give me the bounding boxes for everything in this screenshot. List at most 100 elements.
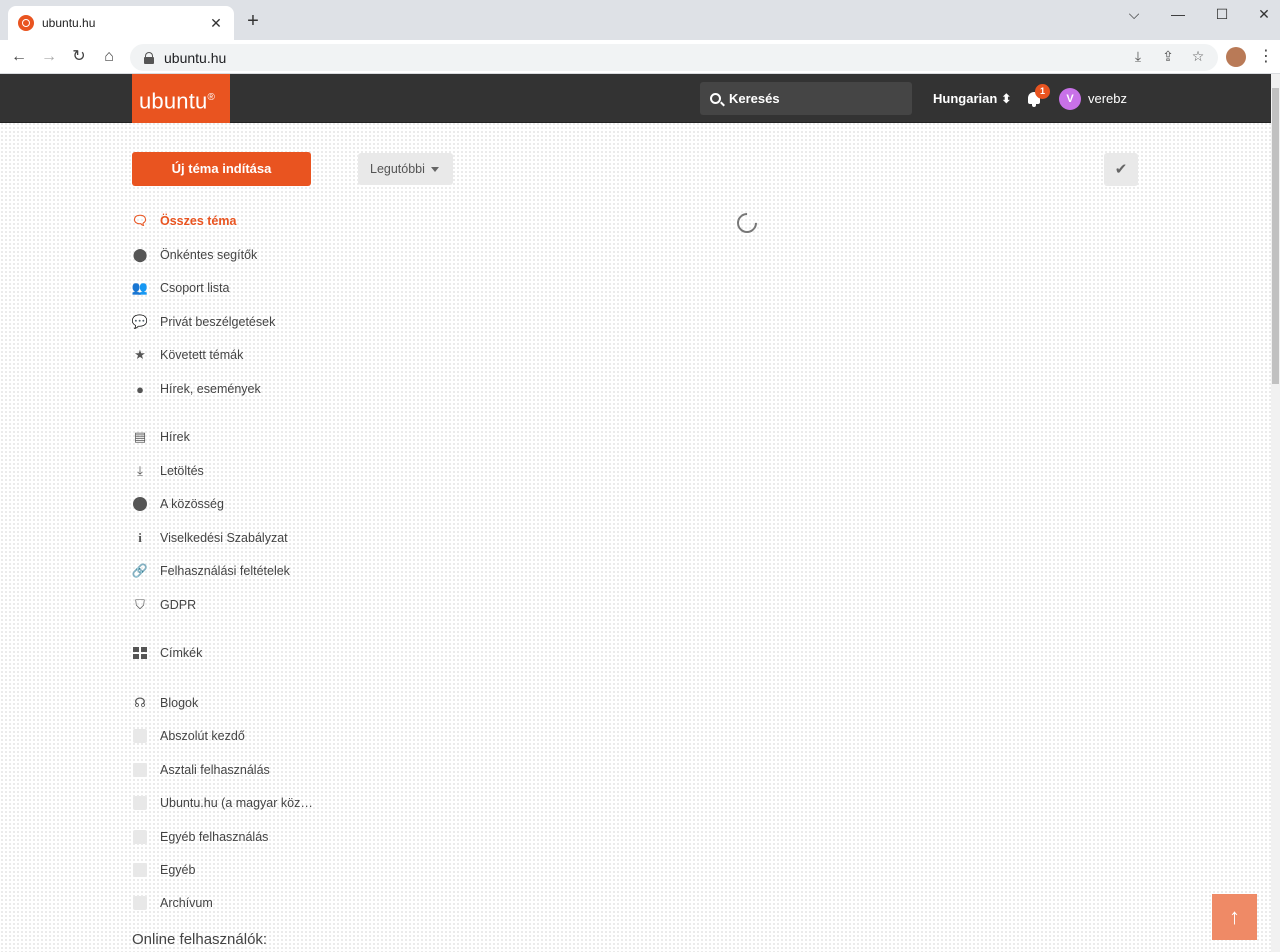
grid-shape: [133, 647, 147, 659]
sidebar-item-followed-topics[interactable]: ★ Követett témák: [132, 344, 243, 366]
category-square-icon: [132, 795, 148, 811]
category-swatch: [133, 896, 147, 910]
logo-mark-icon: ®: [207, 92, 216, 103]
sidebar-item-gdpr[interactable]: ⛉ GDPR: [132, 594, 196, 616]
username[interactable]: verebz: [1088, 91, 1127, 106]
site-header: ubuntu® Keresés Hungarian ⬍ 1 V verebz: [0, 74, 1271, 123]
sidebar-item-label: Blogok: [160, 696, 199, 710]
sidebar-item-label: Privát beszélgetések: [160, 315, 276, 329]
sidebar-item-label: Hírek, események: [160, 382, 261, 396]
sidebar-item-label: Hírek: [160, 430, 190, 444]
scroll-to-top-button[interactable]: ↑: [1212, 894, 1257, 940]
close-tab-icon[interactable]: ✕: [208, 15, 224, 32]
dismiss-new-button[interactable]: ✔: [1104, 153, 1138, 186]
sidebar-item-news-events[interactable]: ● Hírek, események: [132, 378, 261, 400]
ubuntu-favicon-icon: [18, 15, 34, 31]
comment-icon: ●: [136, 381, 144, 397]
category-swatch: [133, 830, 147, 844]
sidebar-item-label: Egyéb felhasználás: [160, 830, 269, 844]
sidebar-item-label: Összes téma: [160, 214, 237, 228]
language-selector[interactable]: Hungarian ⬍: [933, 91, 1012, 107]
sidebar-item-category-archive[interactable]: Archívum: [132, 892, 213, 914]
sidebar-item-category-ubuntuhu[interactable]: Ubuntu.hu (a magyar köz…: [132, 792, 313, 814]
sidebar-item-tags[interactable]: Címkék: [132, 642, 202, 664]
forward-arrow-icon[interactable]: →: [38, 46, 60, 68]
close-window-button[interactable]: ✕: [1252, 6, 1276, 26]
ubuntu-logo[interactable]: ubuntu®: [132, 74, 230, 123]
caret-down-icon: [430, 167, 439, 173]
category-square-icon: [132, 895, 148, 911]
sort-label: Legutóbbi: [370, 162, 425, 176]
sidebar-item-category-desktop[interactable]: Asztali felhasználás: [132, 759, 270, 781]
logo-text: ubuntu: [139, 88, 208, 114]
sidebar-item-label: Felhasználási feltételek: [160, 564, 290, 578]
sidebar-item-label: Ubuntu.hu (a magyar köz…: [160, 796, 313, 810]
sidebar-item-category-other[interactable]: Egyéb: [132, 859, 195, 881]
scrollbar-thumb[interactable]: [1272, 88, 1279, 384]
sidebar-item-volunteers[interactable]: ⬤ Önkéntes segítők: [132, 244, 258, 266]
tab-title: ubuntu.hu: [42, 16, 96, 30]
star-icon: ★: [134, 347, 146, 362]
sidebar-item-label: Letöltés: [160, 464, 204, 478]
browser-tab[interactable]: ubuntu.hu ✕: [8, 6, 234, 40]
address-bar[interactable]: ubuntu.hu: [130, 44, 1218, 71]
sidebar-item-download[interactable]: ⤓ Letöltés: [132, 460, 204, 482]
user-avatar[interactable]: V: [1059, 88, 1081, 110]
online-users-heading: Online felhasználók:: [132, 931, 268, 948]
sidebar-item-private-messages[interactable]: 💬 Privát beszélgetések: [132, 311, 275, 333]
loading-spinner-icon: [732, 208, 762, 238]
new-topic-button[interactable]: Új téma indítása: [132, 152, 311, 186]
sidebar-item-label: Viselkedési Szabályzat: [160, 531, 288, 545]
sidebar-item-terms[interactable]: 🔗 Felhasználási feltételek: [132, 560, 290, 582]
tab-search-icon[interactable]: ⌵: [1122, 6, 1146, 26]
link-icon: 🔗: [131, 563, 149, 578]
sidebar-item-category-beginner[interactable]: Abszolút kezdő: [132, 725, 245, 747]
sidebar-item-community[interactable]: A közösség: [132, 493, 224, 515]
sort-dropdown[interactable]: Legutóbbi: [358, 153, 453, 185]
search-box[interactable]: Keresés: [700, 82, 912, 115]
sidebar-item-label: Önkéntes segítők: [160, 248, 258, 262]
back-arrow-icon[interactable]: ←: [8, 46, 30, 68]
info-icon: i: [138, 530, 142, 545]
category-square-icon: [132, 762, 148, 778]
tags-grid-icon: [132, 645, 148, 661]
bookmark-star-icon[interactable]: ☆: [1188, 46, 1208, 66]
sidebar-item-label: Archívum: [160, 896, 213, 910]
sidebar-item-label: Egyéb: [160, 863, 196, 877]
sidebar-item-blogs[interactable]: ☊ Blogok: [132, 692, 198, 714]
sidebar-item-code-of-conduct[interactable]: i Viselkedési Szabályzat: [132, 527, 288, 549]
rss-icon: ☊: [134, 695, 146, 710]
shield-icon: ⛉: [135, 597, 145, 612]
category-swatch: [133, 863, 147, 877]
url-text: ubuntu.hu: [164, 49, 227, 66]
newspaper-icon: ▤: [133, 429, 147, 444]
sidebar-item-label: GDPR: [160, 598, 197, 612]
new-tab-button[interactable]: +: [242, 10, 264, 32]
minimize-button[interactable]: —: [1166, 6, 1190, 26]
browser-menu-icon[interactable]: ⋮: [1258, 47, 1274, 67]
circle-icon: [132, 496, 148, 512]
category-swatch: [133, 796, 147, 810]
page-viewport: ubuntu® Keresés Hungarian ⬍ 1 V verebz Ú…: [0, 74, 1271, 952]
chat-bubbles-icon: 🗨: [131, 213, 149, 228]
browser-tabstrip: ubuntu.hu ✕ + ⌵ — ☐ ✕: [0, 0, 1280, 40]
share-icon[interactable]: ⇪: [1158, 46, 1178, 66]
map-pin-icon: ⬤: [132, 247, 148, 262]
download-icon: ⤓: [137, 463, 143, 478]
profile-avatar-icon[interactable]: [1226, 47, 1246, 67]
home-icon[interactable]: ⌂: [98, 46, 120, 68]
page-scrollbar[interactable]: [1271, 74, 1280, 952]
install-icon[interactable]: ⤓: [1128, 46, 1148, 66]
sidebar-item-label: A közösség: [160, 497, 224, 511]
reload-icon[interactable]: ↻: [68, 46, 90, 68]
browser-toolbar: ← → ↻ ⌂ ubuntu.hu ⤓ ⇪ ☆ ⋮: [0, 40, 1280, 74]
sidebar-item-all-topics[interactable]: 🗨 Összes téma: [131, 210, 237, 232]
search-icon: [710, 93, 721, 104]
sidebar-item-category-other-usage[interactable]: Egyéb felhasználás: [132, 826, 268, 848]
maximize-button[interactable]: ☐: [1210, 6, 1234, 26]
category-swatch: [133, 729, 147, 743]
sidebar-item-groups[interactable]: 👥 Csoport lista: [132, 277, 230, 299]
sidebar-item-label: Abszolút kezdő: [160, 729, 245, 743]
sidebar-item-news[interactable]: ▤ Hírek: [132, 426, 190, 448]
category-square-icon: [132, 829, 148, 845]
